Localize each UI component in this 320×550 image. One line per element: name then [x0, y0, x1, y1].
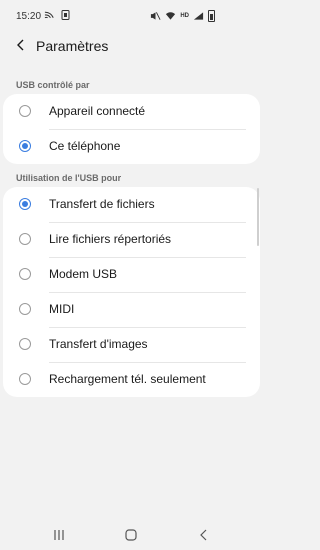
- option-label: Transfert d'images: [49, 337, 148, 351]
- hd-icon: HD: [180, 13, 189, 19]
- signal-icon: [193, 12, 204, 20]
- radio-button[interactable]: [19, 198, 31, 210]
- battery-icon: [208, 10, 215, 22]
- option-connected-device[interactable]: Appareil connecté: [3, 94, 260, 129]
- wifi-icon: [166, 12, 176, 20]
- option-midi[interactable]: MIDI: [3, 292, 260, 327]
- option-label: Rechargement tél. seulement: [49, 372, 206, 386]
- radio-button[interactable]: [19, 105, 31, 117]
- nav-bar: [0, 520, 261, 550]
- chevron-left-icon[interactable]: [13, 37, 29, 53]
- status-time: 15:20: [16, 11, 42, 22]
- option-label: Appareil connecté: [49, 104, 146, 118]
- usb-usage-card: Transfert de fichiers Lire fichiers répe…: [3, 187, 260, 397]
- option-label: Modem USB: [49, 267, 118, 281]
- back-icon[interactable]: [196, 528, 212, 542]
- option-label: Ce téléphone: [49, 139, 121, 153]
- option-this-phone[interactable]: Ce téléphone: [3, 129, 260, 164]
- cast-icon: [44, 11, 54, 19]
- radio-button[interactable]: [19, 268, 31, 280]
- radio-button[interactable]: [19, 233, 31, 245]
- radio-button[interactable]: [19, 373, 31, 385]
- header: Paramètres: [0, 30, 261, 62]
- option-usb-tethering[interactable]: Modem USB: [3, 257, 260, 292]
- option-file-transfer[interactable]: Transfert de fichiers: [3, 187, 260, 222]
- radio-button[interactable]: [19, 338, 31, 350]
- section-label-usb-usage: Utilisation de l'USB pour: [16, 173, 122, 183]
- status-bar: 15:20 HD: [0, 0, 261, 34]
- page-title: Paramètres: [36, 38, 109, 54]
- option-label: Lire fichiers répertoriés: [49, 232, 172, 246]
- option-read-indexed-files[interactable]: Lire fichiers répertoriés: [3, 222, 260, 257]
- option-charging-only[interactable]: Rechargement tél. seulement: [3, 362, 260, 397]
- home-icon[interactable]: [123, 528, 139, 542]
- option-label: Transfert de fichiers: [49, 197, 155, 211]
- radio-button[interactable]: [19, 140, 31, 152]
- radio-button[interactable]: [19, 303, 31, 315]
- section-label-usb-controlled: USB contrôlé par: [16, 80, 90, 90]
- recents-icon[interactable]: [51, 528, 67, 542]
- usb-controlled-card: Appareil connecté Ce téléphone: [3, 94, 260, 164]
- option-label: MIDI: [49, 302, 75, 316]
- scroll-indicator[interactable]: [257, 188, 259, 246]
- sim-card-icon: [61, 10, 70, 20]
- mute-icon: [151, 12, 161, 20]
- option-image-transfer[interactable]: Transfert d'images: [3, 327, 260, 362]
